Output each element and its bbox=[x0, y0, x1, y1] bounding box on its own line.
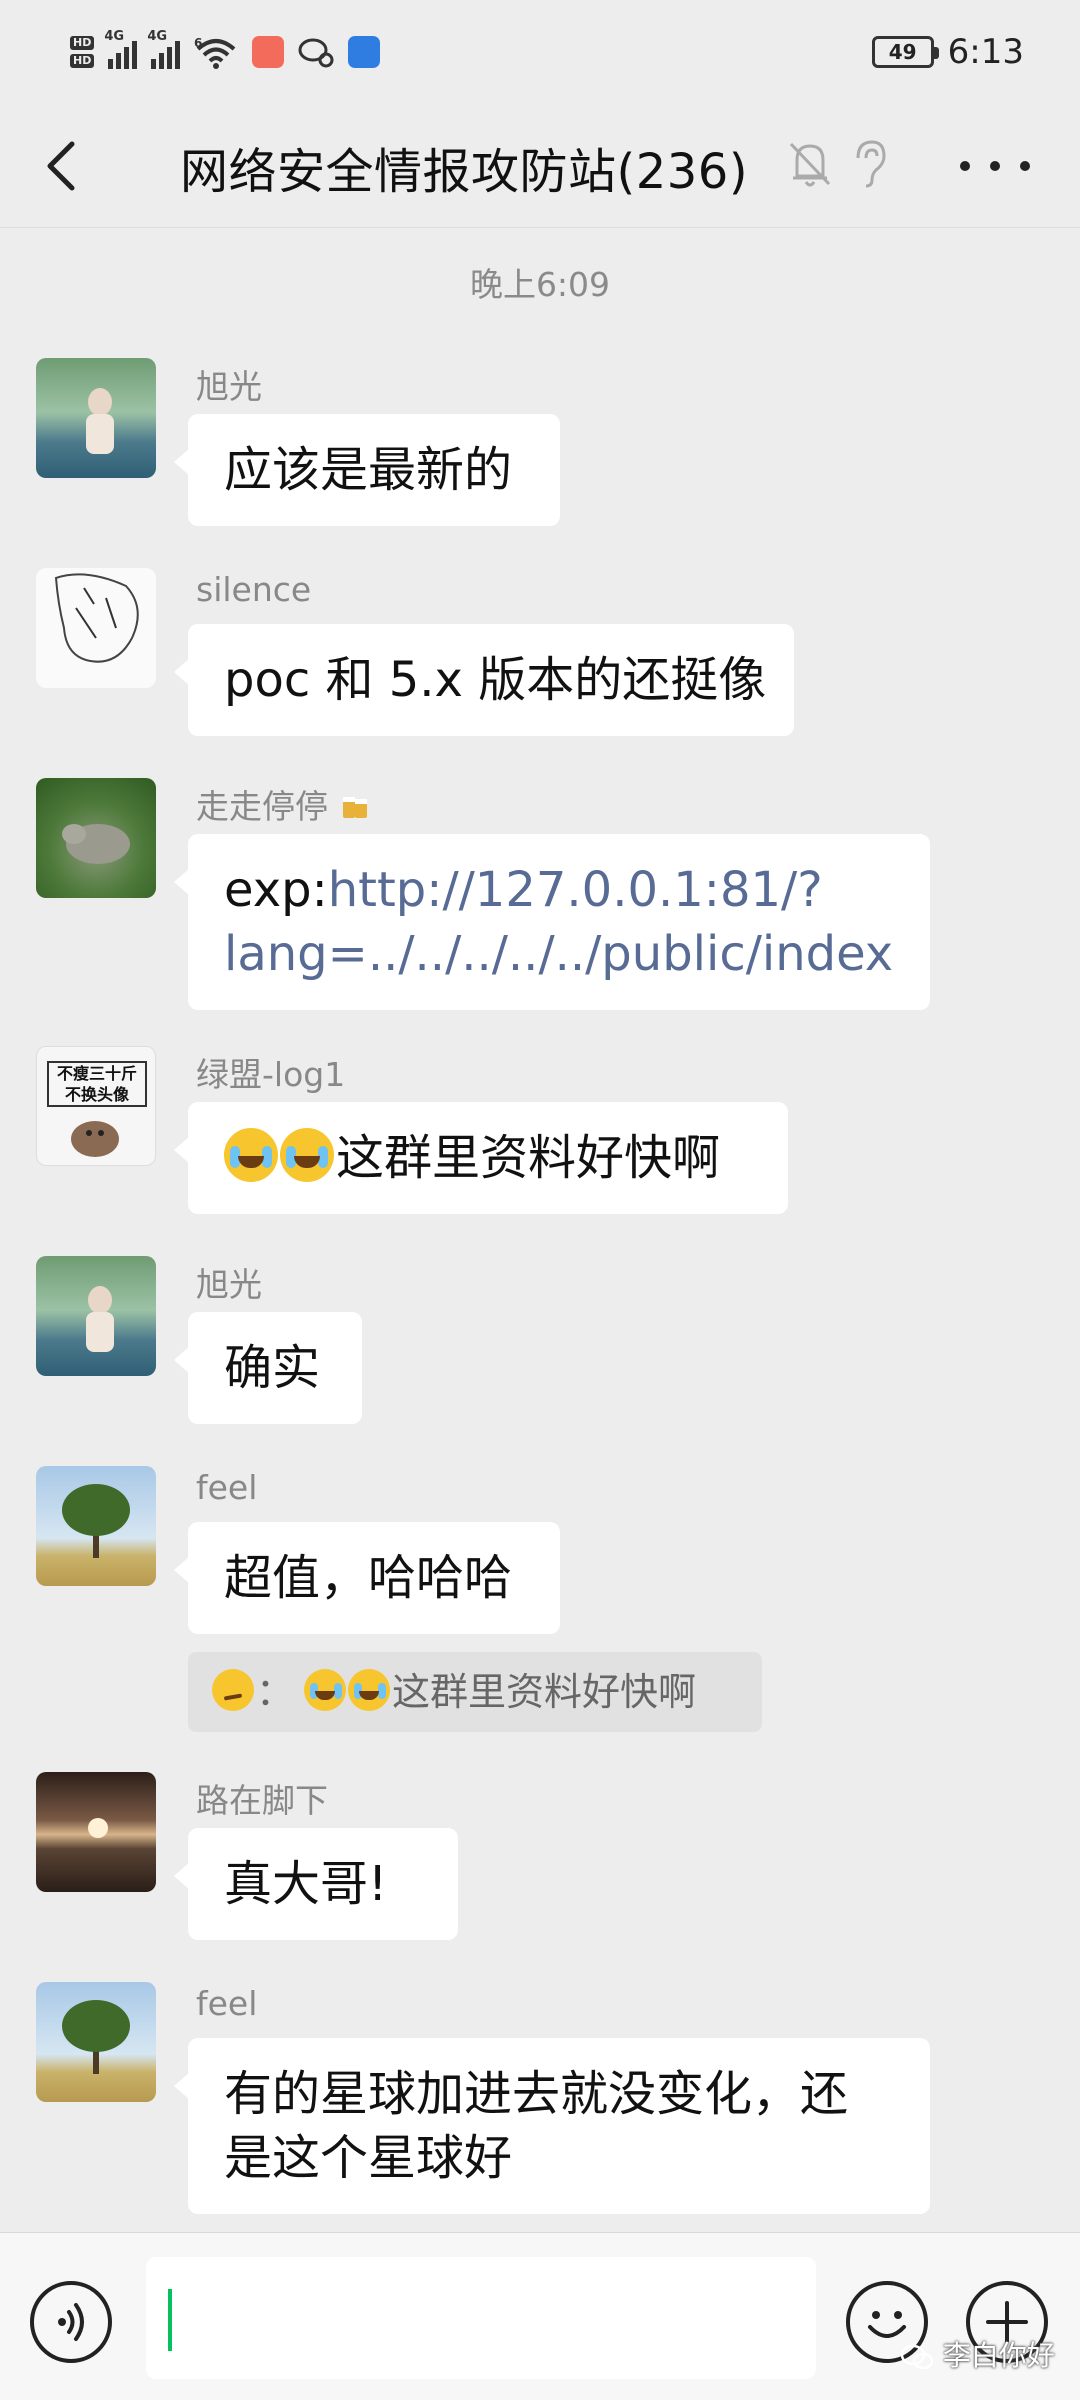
avatar[interactable] bbox=[36, 1982, 156, 2102]
app-notification-icon bbox=[252, 36, 285, 68]
avatar[interactable] bbox=[36, 1466, 156, 1586]
message-text: 这群里资料好快啊 bbox=[336, 1130, 721, 1186]
avatar[interactable]: 不瘦三十斤 不换头像 bbox=[36, 1046, 156, 1166]
avatar[interactable] bbox=[36, 358, 156, 478]
back-button[interactable] bbox=[36, 134, 88, 198]
smirk-emoji-icon bbox=[212, 1669, 254, 1711]
ear-icon bbox=[856, 140, 886, 188]
message-bubble[interactable]: poc 和 5.x 版本的还挺像 bbox=[174, 624, 794, 736]
avatar[interactable] bbox=[36, 1256, 156, 1376]
watermark: 李白你好 bbox=[900, 2334, 1055, 2374]
chat-title: 网络安全情报攻防站(236) bbox=[180, 144, 749, 200]
battery-icon: 49 bbox=[871, 36, 939, 68]
input-bar bbox=[0, 2232, 1080, 2400]
hd-badge: HD bbox=[70, 54, 95, 68]
signal-icon: 4G bbox=[147, 29, 181, 69]
message-text: 真大哥! bbox=[224, 1856, 388, 1912]
status-bar: HD HD 4G 4G 6 49 6:13 bbox=[0, 0, 1080, 104]
avatar[interactable] bbox=[36, 778, 156, 898]
sender-name: 绿盟-log1 bbox=[196, 1055, 346, 1094]
message-bubble[interactable]: 真大哥! bbox=[174, 1828, 458, 1940]
message-text: 应该是最新的 bbox=[224, 442, 513, 498]
sender-name: feel bbox=[196, 1984, 258, 2023]
sender-name: 旭光 bbox=[196, 1265, 262, 1304]
crying-laughing-emoji-icon bbox=[280, 1128, 334, 1182]
message-bubble[interactable]: 确实 bbox=[174, 1312, 362, 1424]
message-link[interactable]: http://127.0.0.1:81/? bbox=[328, 862, 823, 918]
hd-badges: HD HD bbox=[70, 36, 95, 68]
crying-laughing-emoji-icon bbox=[224, 1128, 278, 1182]
sender-name: 路在脚下 bbox=[196, 1781, 328, 1820]
avatar[interactable] bbox=[36, 568, 156, 688]
dot-icon bbox=[990, 161, 1000, 171]
message-text: 有的星球加进去就没变化，还 bbox=[224, 2066, 849, 2122]
sender-name: 走走停停 bbox=[196, 780, 371, 828]
message-input[interactable] bbox=[146, 2257, 816, 2379]
text-caret bbox=[168, 2289, 172, 2351]
avatar[interactable] bbox=[36, 1772, 156, 1892]
wechat-logo-icon bbox=[900, 2344, 934, 2370]
sender-name: 旭光 bbox=[196, 367, 262, 406]
voice-input-button[interactable] bbox=[30, 2281, 112, 2363]
quoted-message[interactable]: ：这群里资料好快啊 bbox=[188, 1652, 762, 1732]
dot-icon bbox=[960, 161, 970, 171]
crying-laughing-emoji-icon bbox=[348, 1669, 391, 1711]
message-bubble[interactable]: 这群里资料好快啊 bbox=[174, 1102, 788, 1214]
more-options-button[interactable] bbox=[960, 146, 1030, 186]
status-right: 49 6:13 bbox=[871, 32, 1024, 72]
message-text: 确实 bbox=[224, 1340, 321, 1396]
message-text: 超值，哈哈哈 bbox=[224, 1550, 513, 1606]
sender-name: silence bbox=[196, 570, 312, 609]
dot-icon bbox=[1020, 161, 1030, 171]
crying-laughing-emoji-icon bbox=[304, 1669, 347, 1711]
quote-text: 这群里资料好快啊 bbox=[392, 1670, 697, 1714]
voice-icon bbox=[58, 2303, 84, 2341]
beer-emoji-icon bbox=[342, 797, 367, 818]
sender-name: feel bbox=[196, 1468, 258, 1507]
chat-timestamp: 晚上6:09 bbox=[469, 265, 611, 304]
battery-level: 49 bbox=[888, 40, 917, 64]
chat-header: 网络安全情报攻防站(236) bbox=[0, 104, 1080, 228]
message-text: poc 和 5.x 版本的还挺像 bbox=[224, 652, 767, 708]
mute-bell-icon bbox=[789, 142, 831, 187]
back-icon bbox=[47, 141, 75, 191]
message-text: exp: bbox=[224, 862, 328, 918]
message-bubble[interactable]: 超值，哈哈哈 bbox=[174, 1522, 560, 1634]
message-link[interactable]: lang=../../../../../public/index bbox=[224, 922, 894, 986]
app-arrow-icon bbox=[348, 36, 381, 68]
clock: 6:13 bbox=[947, 32, 1024, 72]
message-bubble[interactable]: exp:http://127.0.0.1:81/? lang=../../../… bbox=[174, 834, 930, 1010]
chat-bubble-icon bbox=[298, 38, 334, 68]
message-text: 是这个星球好 bbox=[224, 2130, 513, 2186]
status-icons: HD HD 4G 4G 6 bbox=[70, 29, 381, 69]
wifi-icon: 6 bbox=[194, 36, 236, 69]
hd-badge: HD bbox=[70, 36, 95, 50]
signal-icon: 4G bbox=[104, 29, 138, 69]
message-bubble[interactable]: 有的星球加进去就没变化，还 是这个星球好 bbox=[174, 2038, 930, 2214]
message-bubble[interactable]: 应该是最新的 bbox=[174, 414, 560, 526]
